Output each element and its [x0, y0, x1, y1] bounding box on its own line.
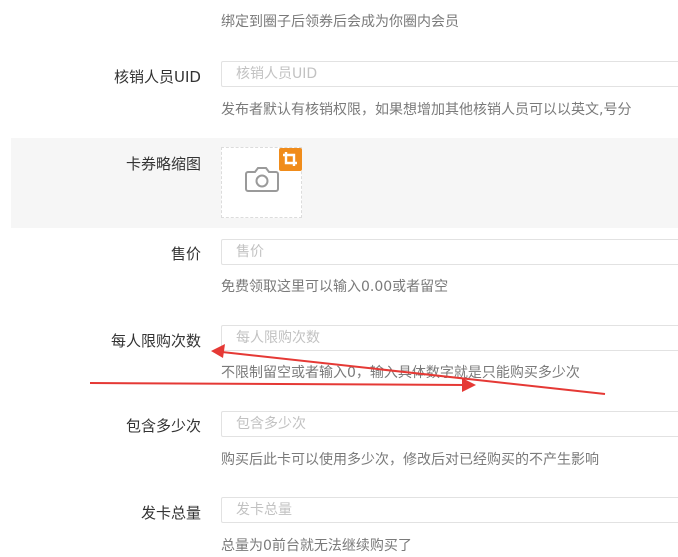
limit-hint: 不限制留空或者输入0，输入具体数字就是只能购买多少次: [221, 365, 580, 381]
crop-icon: [283, 152, 297, 166]
uses-label: 包含多少次: [125, 417, 201, 435]
price-hint: 免费领取这里可以输入0.00或者留空: [221, 279, 449, 295]
total-input[interactable]: [221, 497, 678, 523]
total-label: 发卡总量: [140, 504, 201, 522]
price-input[interactable]: [221, 239, 678, 265]
price-label: 售价: [170, 245, 201, 263]
thumbnail-row: [11, 138, 678, 228]
annotation-arrow-right-line: [89, 382, 467, 386]
uses-input[interactable]: [221, 411, 678, 437]
verifier-uid-label: 核销人员UID: [114, 68, 201, 86]
circle-hint: 绑定到圈子后领券后会成为你圈内会员: [221, 14, 459, 30]
total-hint: 总量为0前台就无法继续购买了: [221, 538, 412, 554]
limit-label: 每人限购次数: [110, 332, 201, 350]
camera-icon: [245, 167, 279, 192]
thumbnail-label: 卡券略缩图: [125, 155, 201, 173]
crop-button[interactable]: [279, 148, 302, 171]
limit-input[interactable]: [221, 325, 678, 351]
uses-hint: 购买后此卡可以使用多少次，修改后对已经购买的不产生影响: [221, 452, 599, 468]
verifier-uid-hint: 发布者默认有核销权限，如果想增加其他核销人员可以以英文,号分: [221, 102, 632, 118]
verifier-uid-input[interactable]: [221, 61, 678, 87]
